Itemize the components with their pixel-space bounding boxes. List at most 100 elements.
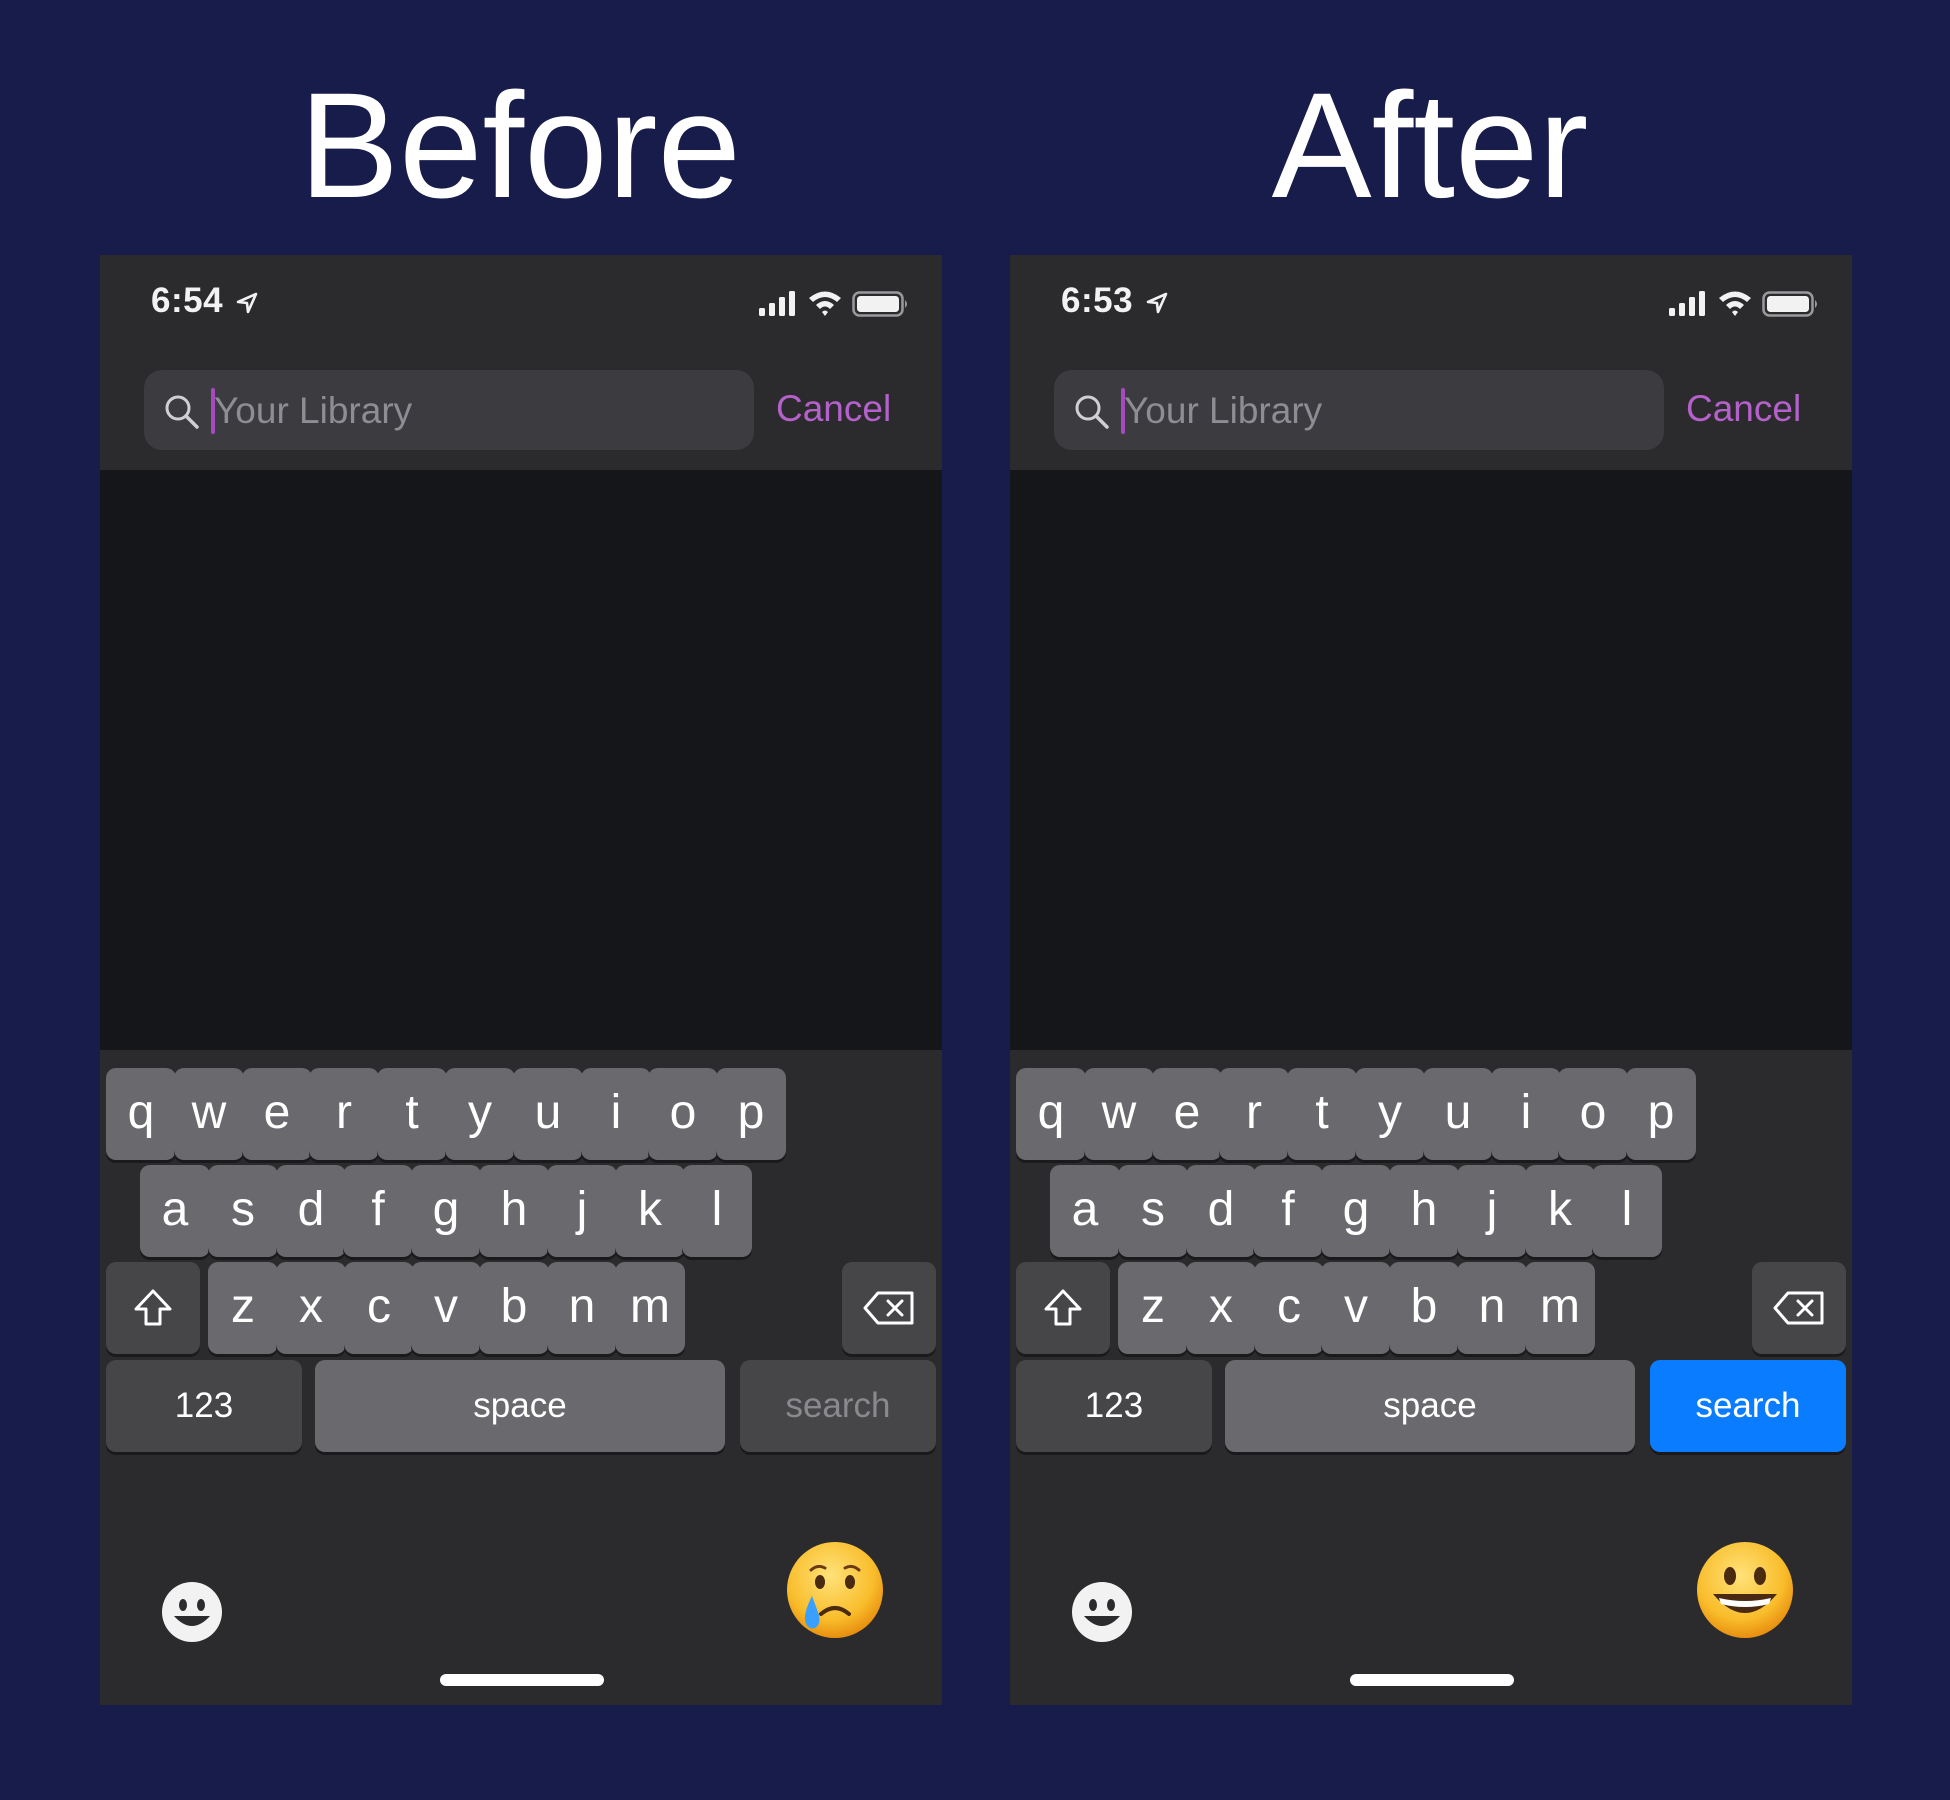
key-t[interactable]: t <box>1287 1068 1357 1160</box>
text-cursor <box>211 388 215 434</box>
key-q[interactable]: q <box>1016 1068 1086 1160</box>
key-u[interactable]: u <box>1423 1068 1493 1160</box>
key-w[interactable]: w <box>174 1068 244 1160</box>
key-v[interactable]: v <box>1321 1262 1391 1354</box>
emoji-keyboard-icon[interactable] <box>1070 1580 1134 1644</box>
key-i[interactable]: i <box>581 1068 651 1160</box>
home-indicator[interactable] <box>440 1674 604 1686</box>
emoji-keyboard-icon[interactable] <box>160 1580 224 1644</box>
key-i[interactable]: i <box>1491 1068 1561 1160</box>
key-n[interactable]: n <box>1457 1262 1527 1354</box>
key-q[interactable]: q <box>106 1068 176 1160</box>
after-panel: After 6:53 Your Library Cancel q w e r t y u i o p a s d… <box>1000 0 1860 1800</box>
phone-screen: 6:54 Your Library Cancel q w e r t y u i o p a s d f g h j k… <box>100 255 942 1705</box>
key-o[interactable]: o <box>648 1068 718 1160</box>
key-c[interactable]: c <box>1254 1262 1324 1354</box>
key-m[interactable]: m <box>1525 1262 1595 1354</box>
grinning-face-icon <box>1695 1540 1795 1640</box>
key-y[interactable]: y <box>445 1068 515 1160</box>
search-icon <box>1071 391 1111 431</box>
key-r[interactable]: r <box>309 1068 379 1160</box>
delete-key[interactable] <box>1752 1262 1846 1354</box>
key-s[interactable]: s <box>1118 1165 1188 1257</box>
keyboard: q w e r t y u i o p a s d f g h j k l z x c v b n m 123 space search <box>100 1050 942 1705</box>
key-h[interactable]: h <box>1389 1165 1459 1257</box>
key-m[interactable]: m <box>615 1262 685 1354</box>
cancel-button[interactable]: Cancel <box>776 384 891 434</box>
search-key[interactable]: search <box>740 1360 936 1452</box>
status-bar: 6:53 <box>1010 255 1852 355</box>
cellular-signal-icon <box>1668 291 1708 317</box>
key-r[interactable]: r <box>1219 1068 1289 1160</box>
key-k[interactable]: k <box>1525 1165 1595 1257</box>
key-z[interactable]: z <box>1118 1262 1188 1354</box>
wifi-icon <box>1717 289 1753 317</box>
status-bar: 6:54 <box>100 255 942 355</box>
wifi-icon <box>807 289 843 317</box>
key-u[interactable]: u <box>513 1068 583 1160</box>
key-x[interactable]: x <box>276 1262 346 1354</box>
key-a[interactable]: a <box>1050 1165 1120 1257</box>
shift-key[interactable] <box>1016 1262 1110 1354</box>
panel-title: After <box>1271 61 1589 229</box>
key-j[interactable]: j <box>1457 1165 1527 1257</box>
numbers-key[interactable]: 123 <box>106 1360 302 1452</box>
before-panel: Before 6:54 Your Library Cancel q w e r t y u i o p a s… <box>90 0 950 1800</box>
home-indicator[interactable] <box>1350 1674 1514 1686</box>
search-input[interactable]: Your Library <box>1054 370 1664 450</box>
results-area <box>1010 470 1852 1050</box>
key-p[interactable]: p <box>716 1068 786 1160</box>
results-area <box>100 470 942 1050</box>
shift-key[interactable] <box>106 1262 200 1354</box>
status-time: 6:53 <box>1061 281 1134 320</box>
search-icon <box>161 391 201 431</box>
key-t[interactable]: t <box>377 1068 447 1160</box>
key-z[interactable]: z <box>208 1262 278 1354</box>
delete-key[interactable] <box>842 1262 936 1354</box>
status-time: 6:54 <box>151 281 224 320</box>
search-key[interactable]: search <box>1650 1360 1846 1452</box>
key-b[interactable]: b <box>1389 1262 1459 1354</box>
phone-screen: 6:53 Your Library Cancel q w e r t y u i o p a s d f g h j k… <box>1010 255 1852 1705</box>
key-l[interactable]: l <box>682 1165 752 1257</box>
search-input[interactable]: Your Library <box>144 370 754 450</box>
crying-face-icon <box>785 1540 885 1640</box>
search-placeholder: Your Library <box>214 390 413 431</box>
key-n[interactable]: n <box>547 1262 617 1354</box>
battery-icon <box>852 291 910 317</box>
panel-title: Before <box>299 61 741 229</box>
keyboard: q w e r t y u i o p a s d f g h j k l z x c v b n m 123 space search <box>1010 1050 1852 1705</box>
key-v[interactable]: v <box>411 1262 481 1354</box>
key-k[interactable]: k <box>615 1165 685 1257</box>
key-j[interactable]: j <box>547 1165 617 1257</box>
key-c[interactable]: c <box>344 1262 414 1354</box>
space-key[interactable]: space <box>315 1360 725 1452</box>
numbers-key[interactable]: 123 <box>1016 1360 1212 1452</box>
key-w[interactable]: w <box>1084 1068 1154 1160</box>
space-key[interactable]: space <box>1225 1360 1635 1452</box>
key-g[interactable]: g <box>411 1165 481 1257</box>
search-placeholder: Your Library <box>1124 390 1323 431</box>
key-e[interactable]: e <box>242 1068 312 1160</box>
cellular-signal-icon <box>758 291 798 317</box>
key-f[interactable]: f <box>343 1165 413 1257</box>
key-s[interactable]: s <box>208 1165 278 1257</box>
key-y[interactable]: y <box>1355 1068 1425 1160</box>
key-d[interactable]: d <box>1186 1165 1256 1257</box>
key-d[interactable]: d <box>276 1165 346 1257</box>
key-g[interactable]: g <box>1321 1165 1391 1257</box>
key-f[interactable]: f <box>1253 1165 1323 1257</box>
key-p[interactable]: p <box>1626 1068 1696 1160</box>
battery-icon <box>1762 291 1820 317</box>
key-l[interactable]: l <box>1592 1165 1662 1257</box>
text-cursor <box>1121 388 1125 434</box>
key-x[interactable]: x <box>1186 1262 1256 1354</box>
key-e[interactable]: e <box>1152 1068 1222 1160</box>
key-o[interactable]: o <box>1558 1068 1628 1160</box>
key-h[interactable]: h <box>479 1165 549 1257</box>
key-a[interactable]: a <box>140 1165 210 1257</box>
key-b[interactable]: b <box>479 1262 549 1354</box>
location-arrow-icon <box>1145 291 1169 315</box>
cancel-button[interactable]: Cancel <box>1686 384 1801 434</box>
location-arrow-icon <box>235 291 259 315</box>
